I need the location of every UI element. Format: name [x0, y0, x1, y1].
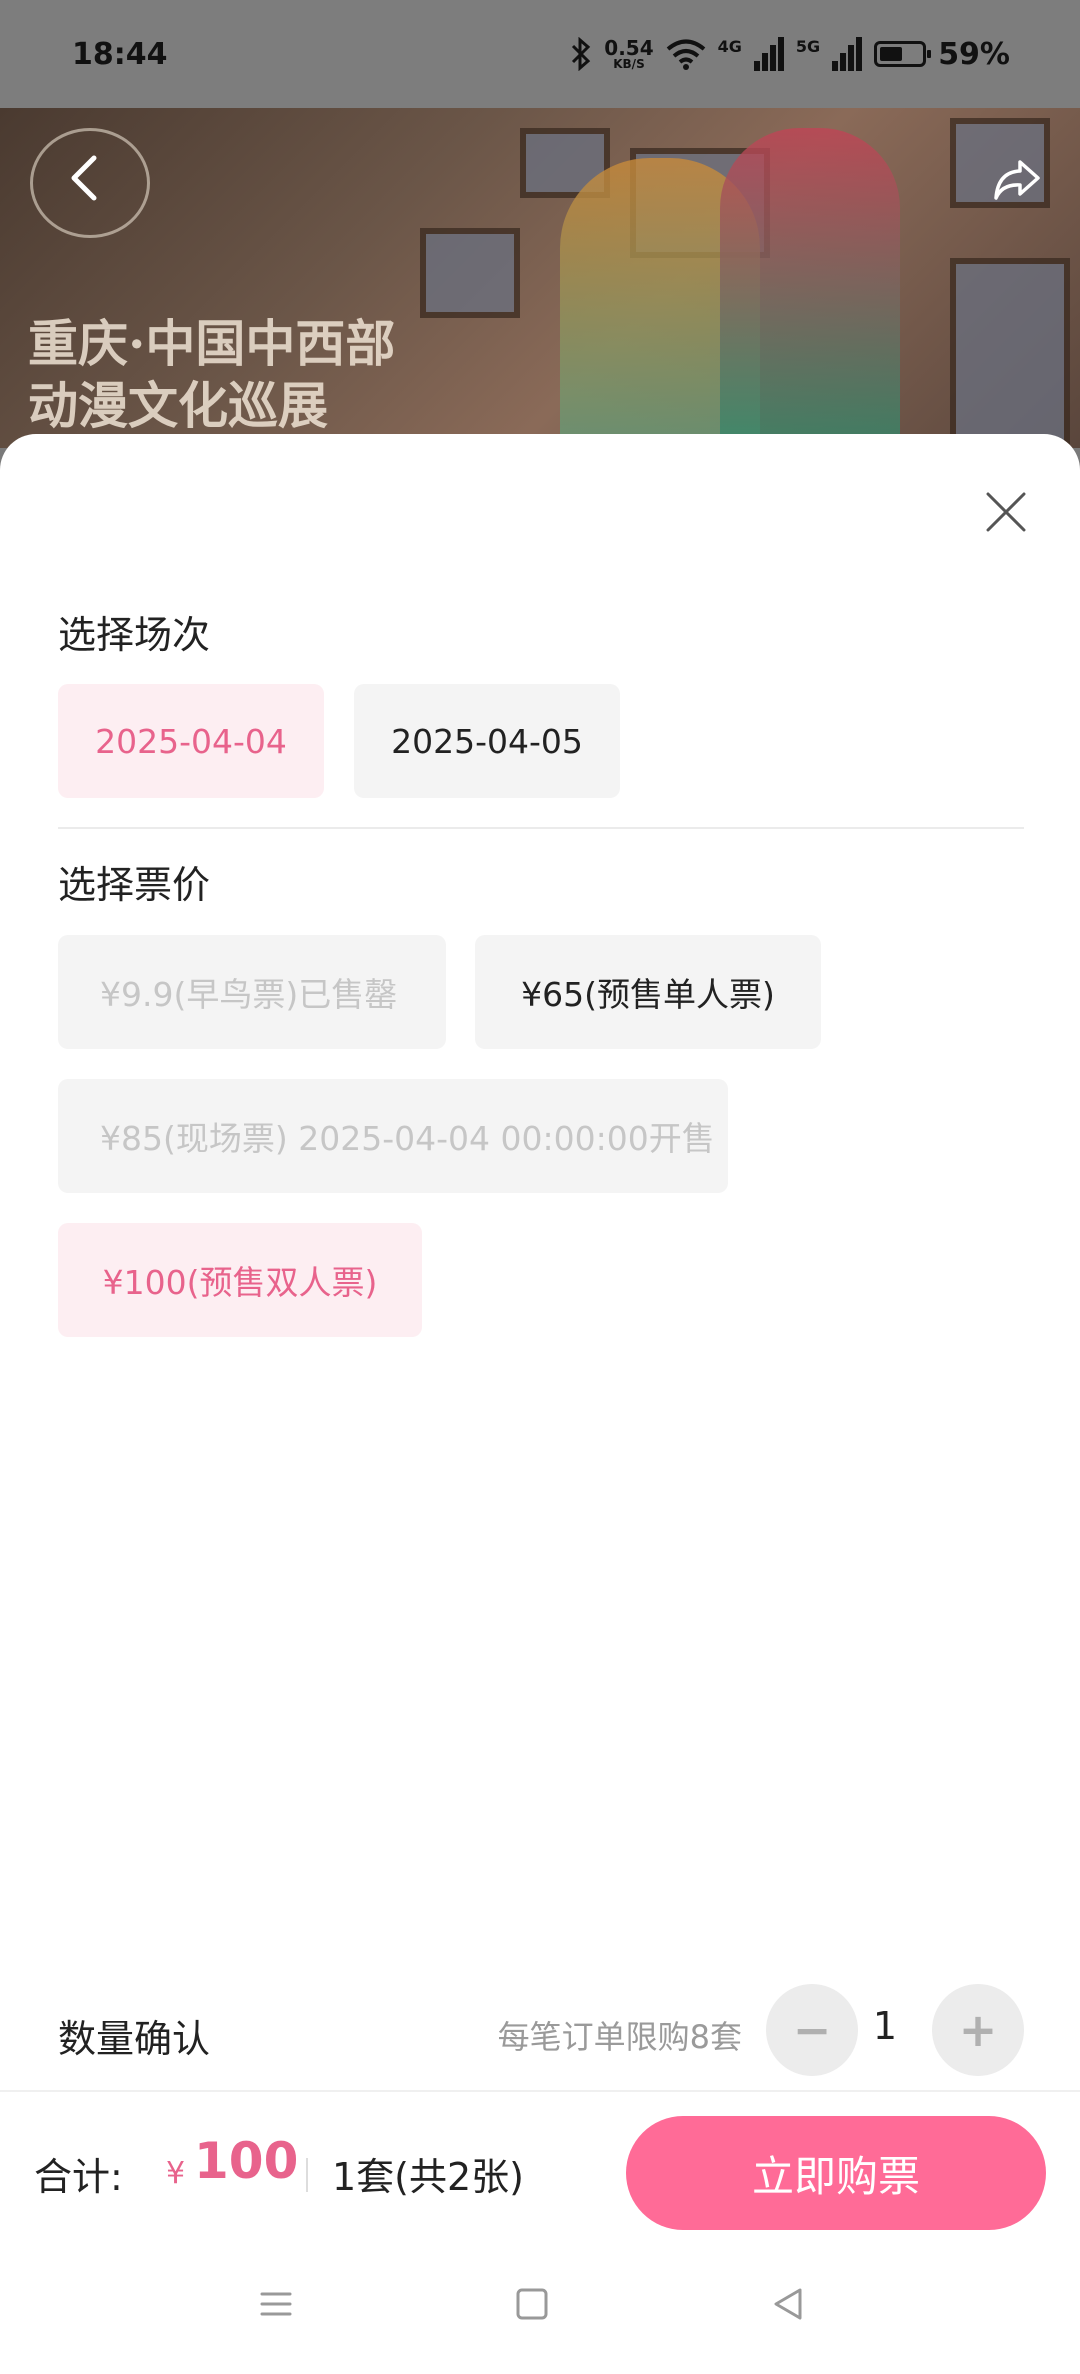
quantity-label: 数量确认 [58, 2017, 211, 2061]
banner-title: 重庆·中国中西部 动漫文化巡展 [28, 314, 396, 435]
battery-icon [874, 41, 932, 67]
battery-percent: 59% [938, 36, 1010, 72]
signal-icon [753, 37, 784, 71]
currency-symbol: ¥ [166, 2156, 186, 2191]
buy-now-button[interactable]: 立即购票 [626, 2116, 1046, 2230]
quantity-decrease-button[interactable]: − [766, 1984, 858, 2076]
quantity-row: 数量确认 每笔订单限购8套 − 1 + [0, 1974, 1080, 2094]
session-option-0405[interactable]: 2025-04-05 [354, 684, 620, 798]
quantity-increase-button[interactable]: + [932, 1984, 1024, 2076]
net-speed: 0.54 KB/S [604, 36, 654, 71]
menu-icon[interactable] [246, 2274, 306, 2334]
quantity-limit-note: 每笔订单限购8套 [497, 2018, 742, 2056]
footer-divider [0, 2090, 1080, 2092]
quantity-value: 1 [872, 2004, 898, 2048]
signal-icon [832, 37, 863, 71]
share-icon[interactable] [992, 154, 1042, 204]
total-price: 100 [194, 2132, 299, 2190]
status-icons: 0.54 KB/S 4G 5G 59% [570, 37, 1010, 72]
status-bar: 18:44 0.54 KB/S 4G 5G 59% [0, 0, 1080, 108]
back-nav-icon[interactable] [758, 2274, 818, 2334]
purchase-footer: 合计: ¥ 100 1套(共2张) 立即购票 [0, 2094, 1080, 2244]
bluetooth-icon [572, 37, 591, 71]
summary-separator [306, 2158, 308, 2192]
ticket-selection-sheet: 选择场次 2025-04-04 2025-04-05 选择票价 ¥9.9(早鸟票… [0, 434, 1080, 2374]
price-section-title: 选择票价 [58, 863, 211, 907]
status-time: 18:44 [72, 36, 168, 72]
network-type-label: 4G [717, 36, 742, 56]
session-section-title: 选择场次 [58, 613, 211, 657]
network-type-label: 5G [795, 36, 821, 56]
price-option-single[interactable]: ¥65(预售单人票) [475, 935, 821, 1049]
wifi-icon [666, 39, 705, 70]
price-option-double[interactable]: ¥100(预售双人票) [58, 1223, 422, 1337]
close-icon[interactable] [984, 490, 1028, 534]
event-banner: 重庆·中国中西部 动漫文化巡展 [0, 108, 1080, 448]
system-nav-bar [0, 2244, 1080, 2374]
home-icon[interactable] [502, 2274, 562, 2334]
session-option-0404[interactable]: 2025-04-04 [58, 684, 324, 798]
quantity-summary: 1套(共2张) [332, 2155, 525, 2199]
back-icon[interactable] [56, 148, 116, 208]
section-divider [58, 827, 1024, 829]
total-label: 合计: [34, 2155, 123, 2199]
price-option-onsite: ¥85(现场票) 2025-04-04 00:00:00开售 [58, 1079, 728, 1193]
price-option-early-bird: ¥9.9(早鸟票)已售罄 [58, 935, 446, 1049]
